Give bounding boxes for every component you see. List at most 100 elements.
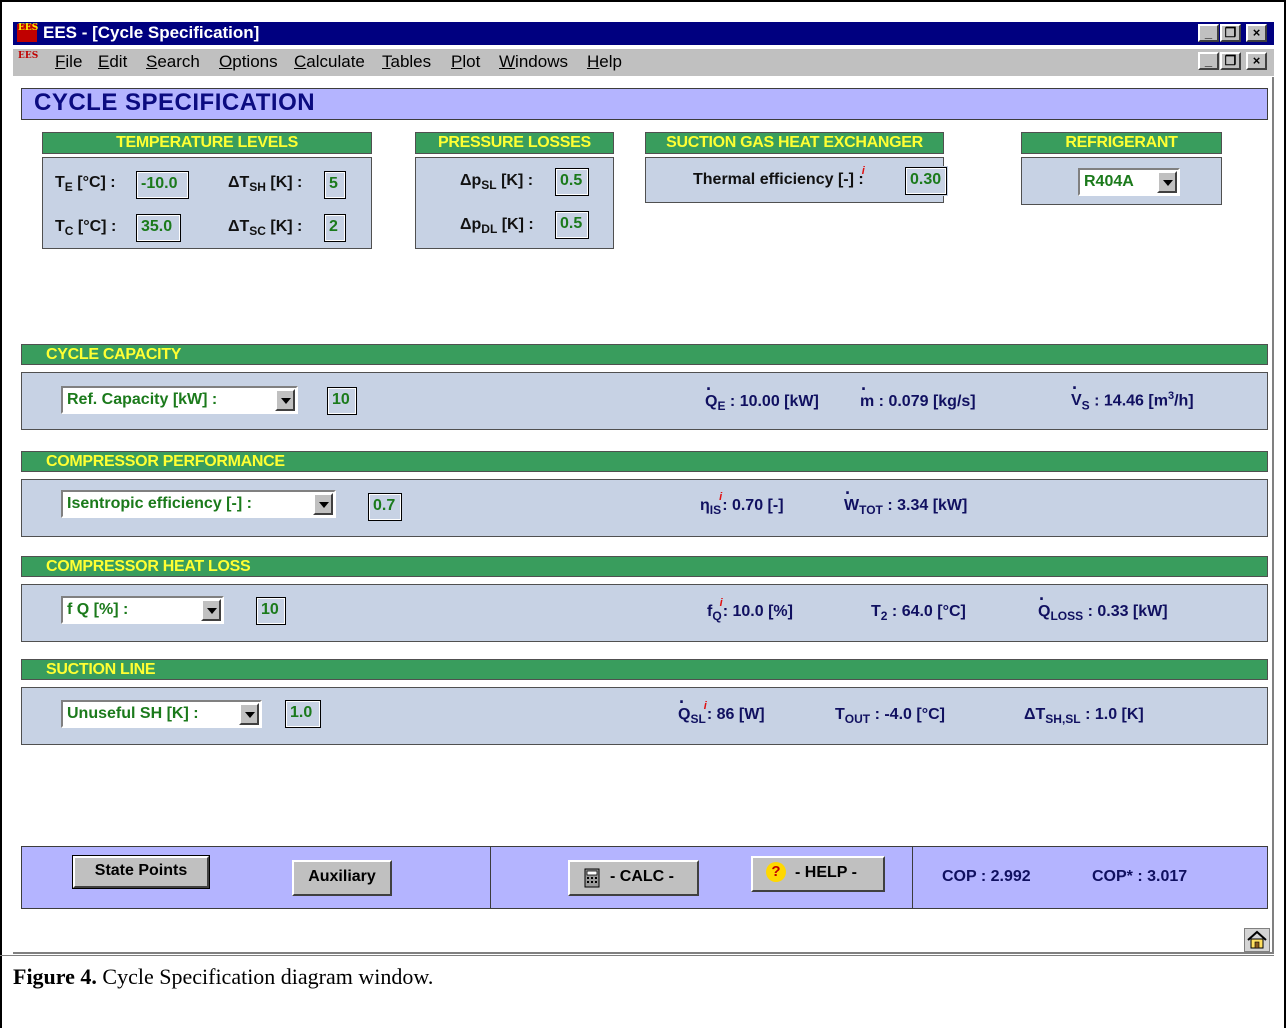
pdl-input[interactable]: 0.5 bbox=[554, 210, 590, 240]
info-icon[interactable]: i bbox=[719, 491, 722, 503]
dtshsl-result: ΔTSH,SL : 1.0 [K] bbox=[1024, 706, 1144, 727]
refrigerant-panel: R404A bbox=[1021, 157, 1222, 205]
menu-search[interactable]: Search bbox=[146, 52, 200, 72]
document-logo-icon: EES bbox=[17, 52, 38, 70]
tc-label: TC [°C] : bbox=[55, 218, 117, 239]
efficiency-mode-value: Isentropic efficiency [-] : bbox=[67, 495, 252, 512]
help-icon: ? bbox=[766, 862, 786, 882]
help-button[interactable]: ? - HELP - bbox=[751, 856, 885, 892]
suction-line-header: SUCTION LINE bbox=[21, 659, 1268, 680]
footer-toolbar: State Points Auxiliary - CALC - ? - HELP… bbox=[21, 846, 1268, 909]
cycle-capacity-header: CYCLE CAPACITY bbox=[21, 344, 1268, 365]
cop-result: COP : 2.992 bbox=[942, 868, 1031, 885]
menu-bar: EES File Edit Search Options Calculate T… bbox=[13, 49, 1274, 76]
t2-result: T2 : 64.0 [°C] bbox=[871, 603, 966, 624]
chevron-down-icon[interactable] bbox=[275, 389, 295, 411]
efficiency-mode-select[interactable]: Isentropic efficiency [-] : bbox=[61, 490, 336, 518]
home-icon[interactable] bbox=[1244, 928, 1270, 952]
minimize-button[interactable]: _ bbox=[1198, 24, 1219, 42]
heat-loss-input[interactable]: 10 bbox=[255, 596, 287, 626]
tout-result: TOUT : -4.0 [°C] bbox=[835, 706, 945, 727]
refrigerant-header: REFRIGERANT bbox=[1021, 132, 1222, 154]
te-label: TE [°C] : bbox=[55, 174, 116, 195]
info-icon[interactable]: i bbox=[720, 597, 723, 609]
doc-minimize-button[interactable]: _ bbox=[1198, 52, 1219, 70]
heat-loss-mode-select[interactable]: f Q [%] : bbox=[61, 596, 224, 624]
info-icon[interactable]: i bbox=[704, 700, 707, 712]
chevron-down-icon[interactable] bbox=[313, 493, 333, 515]
qsl-result: QSLi: 86 [W] bbox=[678, 692, 765, 726]
vs-result: VS : 14.46 [m3/h] bbox=[1071, 378, 1194, 412]
pdl-label: ΔpDL [K] : bbox=[460, 216, 534, 237]
toolbar-separator bbox=[490, 847, 491, 908]
window-title: EES - [Cycle Specification] bbox=[43, 23, 260, 42]
te-input[interactable]: -10.0 bbox=[135, 170, 190, 200]
doc-close-button[interactable]: × bbox=[1246, 52, 1267, 70]
refrigerant-value: R404A bbox=[1084, 173, 1134, 190]
suction-hx-panel: Thermal efficiency [-] :i 0.30 bbox=[645, 157, 948, 203]
suction-input[interactable]: 1.0 bbox=[284, 699, 322, 729]
window-titlebar: EES EES - [Cycle Specification] _ ❐ × bbox=[13, 22, 1274, 45]
figure-caption: Figure 4. Cycle Specification diagram wi… bbox=[13, 964, 434, 989]
efficiency-input[interactable]: 0.7 bbox=[367, 492, 403, 522]
calc-button[interactable]: - CALC - bbox=[568, 860, 699, 896]
suction-mode-value: Unuseful SH [K] : bbox=[67, 705, 199, 722]
menu-help[interactable]: Help bbox=[587, 52, 622, 72]
menu-calculate[interactable]: Calculate bbox=[294, 52, 365, 72]
menu-edit[interactable]: Edit bbox=[98, 52, 127, 72]
compressor-heat-loss-panel: f Q [%] : 10 fQi: 10.0 [%] T2 : 64.0 [°C… bbox=[21, 584, 1268, 642]
chevron-down-icon[interactable] bbox=[201, 599, 221, 621]
maximize-button[interactable]: ❐ bbox=[1220, 24, 1241, 42]
close-button[interactable]: × bbox=[1246, 24, 1267, 42]
temperature-levels-header: TEMPERATURE LEVELS bbox=[42, 132, 372, 154]
mass-flow-result: m : 0.079 [kg/s] bbox=[860, 379, 976, 411]
capacity-mode-select[interactable]: Ref. Capacity [kW] : bbox=[61, 386, 298, 414]
menu-options[interactable]: Options bbox=[219, 52, 278, 72]
dtsc-label: ΔTSC [K] : bbox=[228, 218, 303, 239]
temperature-levels-panel: TE [°C] : -10.0 ΔTSH [K] : 5 TC [°C] : 3… bbox=[42, 157, 372, 249]
suction-hx-header: SUCTION GAS HEAT EXCHANGER bbox=[645, 132, 944, 154]
menu-tables[interactable]: Tables bbox=[382, 52, 431, 72]
eta-result: ηISi: 0.70 [-] bbox=[700, 491, 784, 518]
info-icon[interactable]: i bbox=[862, 165, 865, 177]
psl-input[interactable]: 0.5 bbox=[554, 167, 590, 197]
menu-file[interactable]: File bbox=[55, 52, 82, 72]
menu-plot[interactable]: Plot bbox=[451, 52, 480, 72]
compressor-performance-panel: Isentropic efficiency [-] : 0.7 ηISi: 0.… bbox=[21, 479, 1268, 537]
capacity-input[interactable]: 10 bbox=[326, 386, 358, 416]
menu-windows[interactable]: Windows bbox=[499, 52, 568, 72]
dtsc-input[interactable]: 2 bbox=[323, 213, 347, 243]
tc-input[interactable]: 35.0 bbox=[135, 213, 182, 243]
refrigerant-select[interactable]: R404A bbox=[1078, 168, 1180, 196]
power-result: WTOT : 3.34 [kW] bbox=[844, 483, 967, 517]
cycle-capacity-panel: Ref. Capacity [kW] : 10 QE : 10.00 [kW] … bbox=[21, 372, 1268, 430]
chevron-down-icon[interactable] bbox=[1157, 171, 1177, 193]
diagram-window: CYCLE SPECIFICATION TEMPERATURE LEVELS T… bbox=[13, 77, 1274, 954]
compressor-performance-header: COMPRESSOR PERFORMANCE bbox=[21, 451, 1268, 472]
page-title: CYCLE SPECIFICATION bbox=[34, 89, 316, 116]
thermal-efficiency-input[interactable]: 0.30 bbox=[904, 166, 948, 196]
auxiliary-button[interactable]: Auxiliary bbox=[292, 860, 392, 896]
ees-logo-icon: EES bbox=[17, 24, 38, 42]
fq-result: fQi: 10.0 [%] bbox=[707, 597, 793, 624]
suction-line-panel: Unuseful SH [K] : 1.0 QSLi: 86 [W] TOUT … bbox=[21, 687, 1268, 745]
state-points-button[interactable]: State Points bbox=[72, 855, 210, 889]
page-banner: CYCLE SPECIFICATION bbox=[21, 88, 1268, 120]
compressor-heat-loss-header: COMPRESSOR HEAT LOSS bbox=[21, 556, 1268, 577]
heat-loss-mode-value: f Q [%] : bbox=[67, 601, 129, 618]
qe-result: QE : 10.00 [kW] bbox=[705, 379, 819, 413]
calc-label: - CALC - bbox=[610, 868, 674, 885]
calculator-icon bbox=[584, 868, 600, 888]
chevron-down-icon[interactable] bbox=[239, 703, 259, 725]
help-label: - HELP - bbox=[795, 864, 857, 881]
qloss-result: QLOSS : 0.33 [kW] bbox=[1038, 589, 1168, 623]
dtsh-input[interactable]: 5 bbox=[323, 170, 347, 200]
divider bbox=[0, 955, 1274, 956]
doc-restore-button[interactable]: ❐ bbox=[1220, 52, 1241, 70]
pressure-losses-header: PRESSURE LOSSES bbox=[415, 132, 614, 154]
capacity-mode-value: Ref. Capacity [kW] : bbox=[67, 391, 218, 408]
suction-mode-select[interactable]: Unuseful SH [K] : bbox=[61, 700, 262, 728]
toolbar-separator bbox=[912, 847, 913, 908]
dtsh-label: ΔTSH [K] : bbox=[228, 174, 303, 195]
thermal-efficiency-label: Thermal efficiency [-] :i bbox=[693, 165, 865, 188]
